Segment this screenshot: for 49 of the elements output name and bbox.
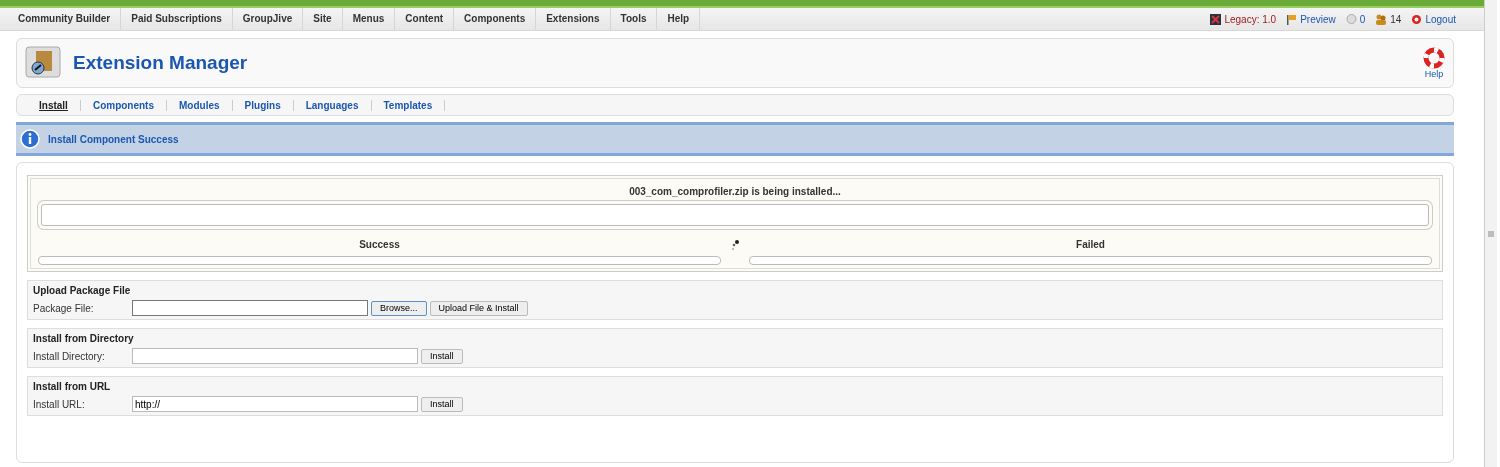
tab[interactable]: Templates <box>371 99 446 111</box>
menu-item[interactable]: Site <box>303 8 343 30</box>
shield-icon <box>1210 13 1222 25</box>
users-icon <box>1375 13 1388 25</box>
status-link[interactable]: 14 <box>1375 13 1402 25</box>
status-link[interactable]: Legacy: 1.0 <box>1210 13 1277 25</box>
success-label: Success <box>358 239 401 250</box>
menu-item[interactable]: Help <box>657 8 701 30</box>
menu-item[interactable]: Menus <box>342 8 396 30</box>
failed-label: Failed <box>1075 239 1106 250</box>
tab[interactable]: Install <box>27 99 81 111</box>
menu-item[interactable]: GroupJive <box>232 8 304 30</box>
install-button[interactable]: Install <box>421 396 463 412</box>
package-icon <box>25 46 61 80</box>
grip-icon <box>1488 230 1494 237</box>
scrollbar[interactable] <box>1484 0 1497 467</box>
field-label: Install Directory: <box>33 350 106 362</box>
tab[interactable]: Languages <box>293 99 372 111</box>
install-button[interactable]: Install <box>421 348 463 364</box>
menu-item[interactable]: Tools <box>610 8 658 30</box>
input-field[interactable] <box>132 348 418 364</box>
section-title: Upload Package File <box>33 285 132 296</box>
field-label: Package File: <box>33 302 95 314</box>
info-icon <box>20 129 40 149</box>
status-link[interactable]: Preview <box>1286 13 1336 25</box>
logout-icon <box>1411 13 1423 25</box>
flag-icon <box>1286 13 1298 25</box>
status-link[interactable]: Logout <box>1411 13 1456 25</box>
tab[interactable]: Components <box>80 99 167 111</box>
menu-item[interactable]: Content <box>395 8 455 30</box>
message-text: Install Component Success <box>48 133 179 145</box>
input-field[interactable]: http:// <box>132 396 418 412</box>
browse-button[interactable]: Browse... <box>371 300 427 316</box>
tab[interactable]: Modules <box>167 99 233 111</box>
menu-item[interactable]: Paid Subscriptions <box>121 8 233 30</box>
status-link[interactable]: 0 <box>1345 13 1366 25</box>
page-title: Extension Manager <box>73 52 248 74</box>
section-title: Install from URL <box>33 381 112 392</box>
install-button[interactable]: Upload File & Install <box>429 300 528 316</box>
spinner-icon <box>730 239 740 251</box>
section-title: Install from Directory <box>33 333 135 344</box>
menu-item[interactable]: Components <box>454 8 537 30</box>
menu-item[interactable]: Community Builder <box>8 8 122 30</box>
menu-item[interactable]: Extensions <box>536 8 611 30</box>
field-label: Install URL: <box>33 398 86 410</box>
message-icon <box>1345 13 1357 25</box>
tab[interactable]: Plugins <box>232 99 294 111</box>
progress-title: 003_com_comprofiler.zip is being installed... <box>628 186 842 197</box>
input-field[interactable] <box>132 300 368 316</box>
